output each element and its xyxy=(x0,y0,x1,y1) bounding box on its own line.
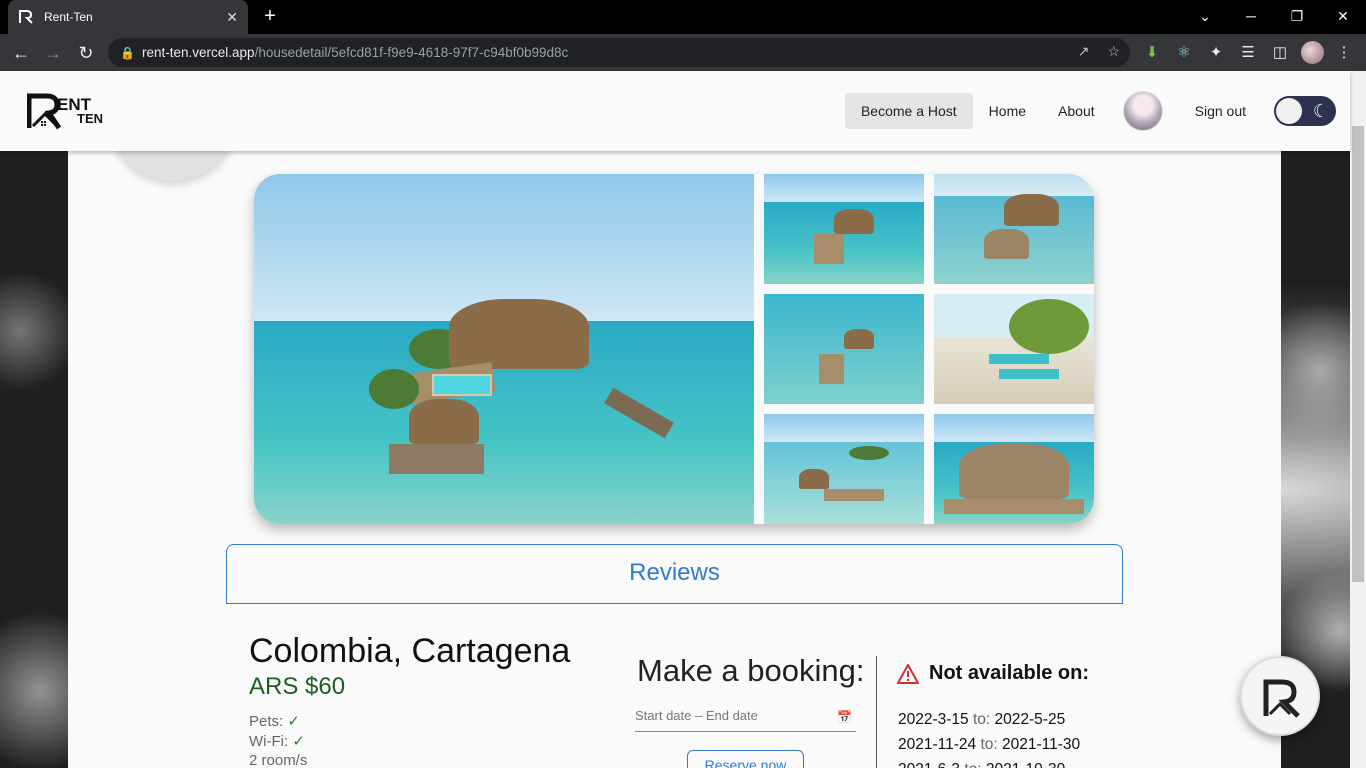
rent-ten-logo[interactable]: ENT TEN xyxy=(27,90,109,132)
url-path: /housedetail/5efcd81f-f9e9-4618-97f7-c94… xyxy=(254,45,569,60)
thumbnail-photo[interactable] xyxy=(934,174,1094,284)
thumbnail-photo[interactable] xyxy=(764,414,924,524)
home-link[interactable]: Home xyxy=(973,93,1042,129)
listing-price: ARS $60 xyxy=(249,673,346,700)
range-to: to: xyxy=(972,711,991,728)
svg-text:TEN: TEN xyxy=(77,111,103,126)
lock-icon: 🔒 xyxy=(120,45,135,60)
reserve-button[interactable]: Reserve now xyxy=(687,750,804,768)
chrome-menu-icon[interactable]: ⋮ xyxy=(1334,43,1354,63)
floating-logo-button[interactable] xyxy=(1240,656,1320,736)
range-end: 2021-10-30 xyxy=(986,761,1065,768)
vertical-divider xyxy=(876,656,877,768)
tab-title: Rent-Ten xyxy=(44,10,93,24)
range-to: to: xyxy=(980,736,998,753)
profile-avatar[interactable] xyxy=(1301,41,1324,64)
date-range-input[interactable]: Start date – End date 📅 xyxy=(635,708,856,732)
close-window-button[interactable]: ✕ xyxy=(1320,0,1366,34)
amenity-label: Wi-Fi: xyxy=(249,733,293,750)
react-devtools-icon[interactable]: ⚛ xyxy=(1174,43,1194,63)
thumbnail-photo[interactable] xyxy=(764,174,924,284)
booking-title: Make a booking: xyxy=(637,653,865,688)
browser-tab[interactable]: Rent-Ten ✕ xyxy=(8,0,248,34)
restore-button[interactable]: ❐ xyxy=(1274,0,1320,34)
main-photo[interactable] xyxy=(254,174,754,524)
address-bar[interactable]: 🔒 rent-ten.vercel.app /housedetail/5efcd… xyxy=(108,38,1130,67)
range-start: 2022-3-15 xyxy=(898,711,969,728)
share-icon[interactable]: ↗ xyxy=(1078,43,1090,60)
reviews-divider xyxy=(226,603,1123,604)
browser-tabbar: Rent-Ten ✕ + ⌄ ─ ❐ ✕ xyxy=(0,0,1366,34)
url-host: rent-ten.vercel.app xyxy=(142,45,255,60)
amenity-pets: Pets: ✓ xyxy=(249,712,300,730)
warning-icon xyxy=(897,663,919,684)
not-available-heading: Not available on: xyxy=(897,662,1089,685)
bookmark-star-icon[interactable]: ☆ xyxy=(1107,43,1120,60)
site-header: ENT TEN Become a Host Home About Sign ou… xyxy=(0,71,1350,151)
thumbnail-photo[interactable] xyxy=(934,414,1094,524)
user-avatar[interactable] xyxy=(1122,91,1163,131)
tab-close-icon[interactable]: ✕ xyxy=(226,9,238,26)
dark-mode-toggle[interactable]: ☾ xyxy=(1274,96,1336,126)
unavailable-range: 2022-3-15 to: 2022-5-25 xyxy=(898,711,1065,729)
reload-icon[interactable]: ↻ xyxy=(73,40,99,66)
amenity-label: 2 room/s xyxy=(249,752,308,768)
download-extension-icon[interactable]: ⬇ xyxy=(1142,43,1162,63)
extensions-puzzle-icon[interactable]: ✦ xyxy=(1206,43,1226,63)
thumbnail-photo[interactable] xyxy=(934,294,1094,404)
range-end: 2022-5-25 xyxy=(994,711,1066,728)
reviews-tab[interactable]: Reviews xyxy=(226,544,1123,604)
unavailable-range: 2021-11-24 to: 2021-11-30 xyxy=(898,736,1080,754)
range-to: to: xyxy=(964,761,981,768)
thumbnail-photo[interactable] xyxy=(764,294,924,404)
media-queue-icon[interactable]: ☰ xyxy=(1238,43,1258,63)
amenity-rooms: 2 room/s xyxy=(249,752,307,768)
calendar-icon[interactable]: 📅 xyxy=(837,710,852,724)
range-start: 2021-6-3 xyxy=(898,761,960,768)
range-end: 2021-11-30 xyxy=(1002,736,1081,753)
check-icon: ✓ xyxy=(292,733,305,750)
forward-arrow-icon[interactable]: → xyxy=(40,40,66,66)
minimize-button[interactable]: ─ xyxy=(1228,0,1274,34)
side-panel-icon[interactable]: ◫ xyxy=(1270,43,1290,63)
amenity-label: Pets: xyxy=(249,713,288,730)
become-host-link[interactable]: Become a Host xyxy=(844,93,973,129)
main-nav: Become a Host Home About Sign out ☾ xyxy=(844,91,1336,131)
moon-icon: ☾ xyxy=(1312,101,1329,121)
range-start: 2021-11-24 xyxy=(898,736,977,753)
rent-ten-favicon-icon xyxy=(19,10,33,24)
check-icon: ✓ xyxy=(287,713,300,730)
back-arrow-icon[interactable]: ← xyxy=(8,40,34,66)
about-link[interactable]: About xyxy=(1042,93,1111,129)
toggle-knob xyxy=(1276,98,1302,124)
tab-search-icon[interactable]: ⌄ xyxy=(1182,0,1228,34)
browser-toolbar: ← → ↻ 🔒 rent-ten.vercel.app /housedetail… xyxy=(0,34,1366,71)
sign-out-link[interactable]: Sign out xyxy=(1179,93,1262,129)
not-available-title: Not available on: xyxy=(929,662,1090,684)
photo-gallery xyxy=(254,174,1094,524)
new-tab-button[interactable]: + xyxy=(258,4,282,28)
amenity-wifi: Wi-Fi: ✓ xyxy=(249,732,305,750)
listing-location: Colombia, Cartagena xyxy=(249,632,571,670)
unavailable-range: 2021-6-3 to: 2021-10-30 xyxy=(898,761,1065,768)
scrollbar-thumb[interactable] xyxy=(1352,126,1364,582)
rent-ten-logo-icon xyxy=(1263,679,1300,718)
reviews-label: Reviews xyxy=(629,559,720,586)
date-range-placeholder: Start date – End date xyxy=(635,708,758,723)
